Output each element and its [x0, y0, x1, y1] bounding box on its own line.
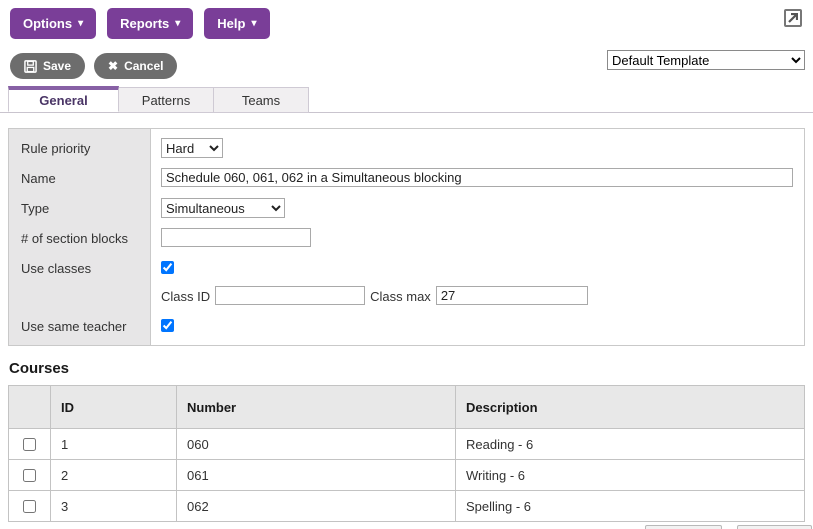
reports-menu-label: Reports: [120, 16, 169, 31]
options-menu-button[interactable]: Options ▾: [10, 8, 96, 39]
course-description-cell: Writing - 6: [456, 460, 805, 491]
tab-general[interactable]: General: [8, 86, 119, 112]
use-same-teacher-checkbox[interactable]: [161, 319, 174, 332]
courses-table: ID Number Description 1 060 Reading - 6 …: [8, 385, 805, 522]
description-column-header: Description: [456, 386, 805, 429]
id-column-header: ID: [51, 386, 177, 429]
use-same-teacher-label: Use same teacher: [9, 316, 150, 334]
save-floppy-icon: [24, 60, 37, 73]
tab-teams[interactable]: Teams: [214, 87, 309, 113]
rule-priority-select[interactable]: Hard: [161, 138, 223, 158]
template-select[interactable]: Default Template: [607, 50, 805, 70]
menubar: Options ▾ Reports ▾ Help ▾: [10, 8, 270, 39]
course-row-checkbox[interactable]: [23, 469, 36, 482]
course-number-cell: 062: [177, 491, 456, 522]
help-menu-label: Help: [217, 16, 245, 31]
name-label: Name: [9, 168, 150, 186]
courses-section-title: Courses: [9, 360, 69, 377]
course-id-cell: 2: [51, 460, 177, 491]
use-classes-row: Use classes: [9, 258, 804, 286]
help-menu-button[interactable]: Help ▾: [204, 8, 269, 39]
action-buttons: Save ✖ Cancel: [10, 53, 177, 79]
section-blocks-row: # of section blocks: [9, 228, 804, 258]
type-select[interactable]: Simultaneous: [161, 198, 285, 218]
use-same-teacher-row: Use same teacher: [9, 316, 804, 344]
course-row-checkbox[interactable]: [23, 500, 36, 513]
bottom-left-cutoff-button[interactable]: [645, 525, 722, 529]
course-description-cell: Reading - 6: [456, 429, 805, 460]
section-blocks-label: # of section blocks: [9, 228, 150, 246]
cancel-button-label: Cancel: [124, 59, 163, 73]
options-menu-label: Options: [23, 16, 72, 31]
course-number-cell: 060: [177, 429, 456, 460]
use-classes-checkbox[interactable]: [161, 261, 174, 274]
empty-label: [9, 286, 150, 289]
course-id-cell: 3: [51, 491, 177, 522]
open-in-new-window-icon: [788, 13, 798, 23]
save-button-label: Save: [43, 59, 71, 73]
class-max-input[interactable]: [436, 286, 588, 305]
name-row: Name: [9, 168, 804, 198]
tab-bar: General Patterns Teams: [0, 86, 813, 113]
general-form-panel: Rule priority Hard Name Type Simultaneou…: [8, 128, 805, 346]
section-blocks-input[interactable]: [161, 228, 311, 247]
tab-patterns[interactable]: Patterns: [119, 87, 214, 113]
chevron-down-icon: ▾: [175, 19, 180, 29]
number-column-header: Number: [177, 386, 456, 429]
tab-patterns-label: Patterns: [142, 93, 190, 108]
select-column-header: [9, 386, 51, 429]
courses-header-row: ID Number Description: [9, 386, 805, 429]
chevron-down-icon: ▾: [251, 19, 256, 29]
type-label: Type: [9, 198, 150, 216]
class-id-label: Class ID: [161, 286, 210, 304]
table-row: 1 060 Reading - 6: [9, 429, 805, 460]
chevron-down-icon: ▾: [78, 19, 83, 29]
name-input[interactable]: [161, 168, 793, 187]
tab-teams-label: Teams: [242, 93, 280, 108]
rule-editor-page: Options ▾ Reports ▾ Help ▾ Save ✖ Can: [0, 0, 813, 529]
course-row-checkbox[interactable]: [23, 438, 36, 451]
rule-priority-row: Rule priority Hard: [9, 138, 804, 168]
table-row: 2 061 Writing - 6: [9, 460, 805, 491]
course-number-cell: 061: [177, 460, 456, 491]
class-id-max-row: Class ID Class max: [9, 286, 804, 316]
open-in-new-window-button[interactable]: [784, 9, 802, 27]
table-row: 3 062 Spelling - 6: [9, 491, 805, 522]
reports-menu-button[interactable]: Reports ▾: [107, 8, 193, 39]
save-button[interactable]: Save: [10, 53, 85, 79]
cancel-x-icon: ✖: [108, 60, 118, 72]
bottom-right-cutoff-button[interactable]: [737, 525, 812, 529]
cancel-button[interactable]: ✖ Cancel: [94, 53, 177, 79]
course-id-cell: 1: [51, 429, 177, 460]
class-id-input[interactable]: [215, 286, 365, 305]
type-row: Type Simultaneous: [9, 198, 804, 228]
use-classes-label: Use classes: [9, 258, 150, 276]
course-description-cell: Spelling - 6: [456, 491, 805, 522]
tab-general-label: General: [39, 93, 87, 108]
class-max-label: Class max: [370, 286, 431, 304]
rule-priority-label: Rule priority: [9, 138, 150, 156]
